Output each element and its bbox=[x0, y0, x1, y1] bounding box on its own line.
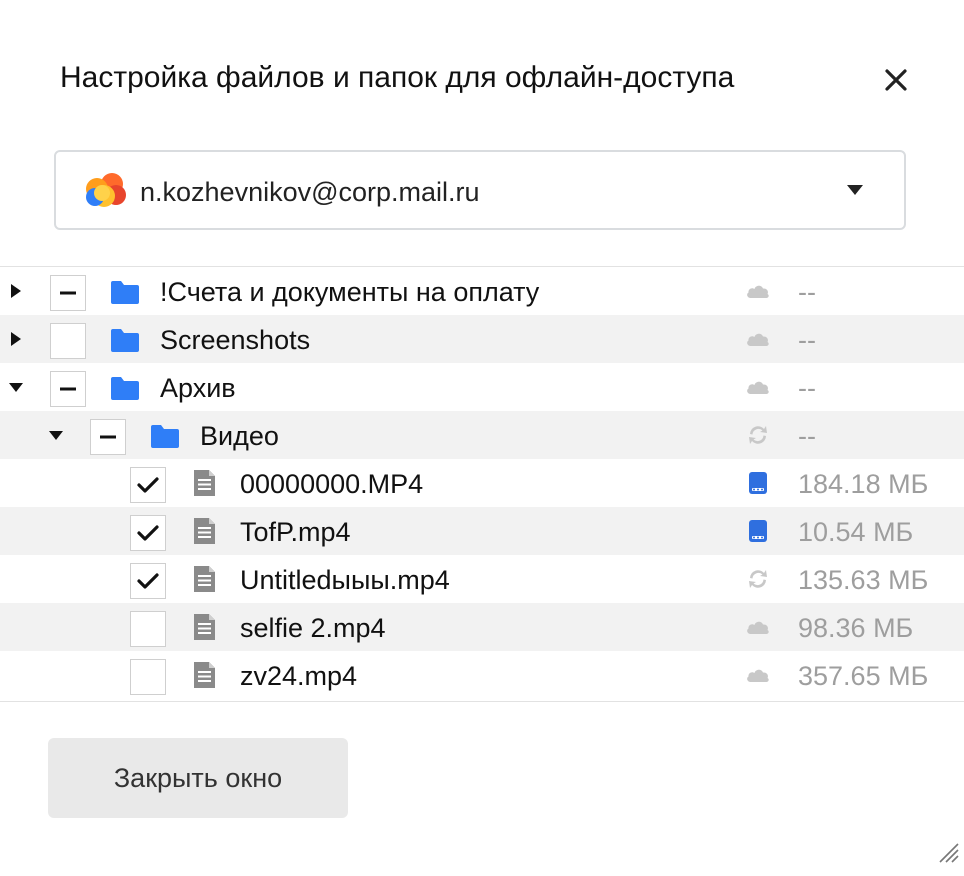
triangle-down-icon[interactable] bbox=[48, 427, 64, 443]
tree-row-file[interactable]: 00000000.MP4 184.18 МБ bbox=[0, 459, 964, 507]
cloud-icon bbox=[747, 381, 769, 394]
folder-name: Видео bbox=[200, 421, 279, 451]
document-icon bbox=[194, 470, 215, 496]
status-device bbox=[744, 469, 772, 497]
status-cloud bbox=[744, 373, 772, 401]
tree-row-folder[interactable]: !Счета и документы на оплату -- bbox=[0, 267, 964, 315]
item-size: -- bbox=[798, 421, 816, 451]
file-name: zv24.mp4 bbox=[240, 661, 358, 691]
file-icon-wrap bbox=[190, 469, 220, 496]
tree-row-folder[interactable]: Архив -- bbox=[0, 363, 964, 411]
triangle-down-icon[interactable] bbox=[8, 379, 24, 395]
partial-check-icon bbox=[60, 387, 76, 391]
close-window-button[interactable]: Закрыть окно bbox=[48, 738, 348, 818]
checkbox-unchecked[interactable] bbox=[130, 611, 166, 647]
file-icon-wrap bbox=[190, 613, 220, 640]
tree-row-file[interactable]: Untitledыыы.mp4 135.63 МБ bbox=[0, 555, 964, 603]
tree-row-file[interactable]: selfie 2.mp4 98.36 МБ bbox=[0, 603, 964, 651]
item-size: 357.65 МБ bbox=[798, 661, 929, 691]
file-tree: !Счета и документы на оплату -- Screenshot… bbox=[0, 266, 964, 702]
checkbox-checked[interactable] bbox=[130, 467, 166, 503]
folder-icon-wrap bbox=[110, 327, 140, 353]
file-icon-wrap bbox=[190, 517, 220, 544]
resize-grip-icon[interactable] bbox=[936, 840, 960, 864]
folder-name: !Счета и документы на оплату bbox=[160, 277, 540, 307]
close-button[interactable] bbox=[882, 66, 910, 94]
check-icon bbox=[137, 525, 159, 541]
expand-toggle-expanded[interactable] bbox=[48, 427, 64, 443]
tree-row-folder[interactable]: Видео -- bbox=[0, 411, 964, 459]
device-storage-icon bbox=[749, 520, 767, 542]
triangle-right-icon[interactable] bbox=[8, 331, 24, 347]
folder-name: Архив bbox=[160, 373, 236, 403]
folder-name: Screenshots bbox=[160, 325, 311, 355]
folder-icon bbox=[111, 329, 139, 352]
item-size: 184.18 МБ bbox=[798, 469, 929, 499]
checkbox-unchecked[interactable] bbox=[130, 659, 166, 695]
folder-icon bbox=[111, 377, 139, 400]
checkbox-checked[interactable] bbox=[130, 515, 166, 551]
cloud-icon bbox=[747, 285, 769, 298]
dialog-title: Настройка файлов и папок для офлайн-дост… bbox=[60, 61, 735, 94]
account-selector[interactable]: n.kozhevnikov@corp.mail.ru bbox=[54, 150, 906, 230]
device-storage-icon bbox=[749, 472, 767, 494]
status-cloud bbox=[744, 325, 772, 353]
status-cloud bbox=[744, 661, 772, 689]
tree-row-file[interactable]: zv24.mp4 357.65 МБ bbox=[0, 651, 964, 699]
account-email: n.kozhevnikov@corp.mail.ru bbox=[140, 177, 480, 207]
sync-icon bbox=[749, 570, 767, 588]
document-icon bbox=[194, 662, 215, 688]
folder-icon-wrap bbox=[150, 423, 180, 449]
item-size: 135.63 МБ bbox=[798, 565, 929, 595]
expand-toggle-collapsed[interactable] bbox=[8, 331, 24, 347]
cloud-icon bbox=[747, 621, 769, 634]
item-size: 10.54 МБ bbox=[798, 517, 914, 547]
cloud-icon bbox=[747, 333, 769, 346]
expand-toggle-expanded[interactable] bbox=[8, 379, 24, 395]
file-name: TofP.mp4 bbox=[240, 517, 351, 547]
checkbox-partial[interactable] bbox=[50, 371, 86, 407]
file-name: Untitledыыы.mp4 bbox=[240, 565, 450, 595]
status-cloud bbox=[744, 277, 772, 305]
mail-cloud-logo bbox=[86, 173, 126, 207]
folder-icon bbox=[111, 281, 139, 304]
file-name: 00000000.MP4 bbox=[240, 469, 424, 499]
checkbox-partial[interactable] bbox=[50, 275, 86, 311]
close-icon[interactable] bbox=[882, 66, 910, 94]
tree-row-folder[interactable]: Screenshots -- bbox=[0, 315, 964, 363]
item-size: 98.36 МБ bbox=[798, 613, 914, 643]
folder-icon-wrap bbox=[110, 375, 140, 401]
folder-icon bbox=[151, 425, 179, 448]
item-size: -- bbox=[798, 373, 816, 403]
status-cloud bbox=[744, 613, 772, 641]
tree-row-file[interactable]: TofP.mp4 10.54 МБ bbox=[0, 507, 964, 555]
folder-icon-wrap bbox=[110, 279, 140, 305]
checkbox-partial[interactable] bbox=[90, 419, 126, 455]
cloud-icon bbox=[747, 669, 769, 682]
sync-icon bbox=[749, 426, 767, 444]
status-sync bbox=[744, 421, 772, 449]
partial-check-icon bbox=[100, 435, 116, 439]
document-icon bbox=[194, 614, 215, 640]
checkbox-unchecked[interactable] bbox=[50, 323, 86, 359]
document-icon bbox=[194, 566, 215, 592]
triangle-right-icon[interactable] bbox=[8, 283, 24, 299]
item-size: -- bbox=[798, 325, 816, 355]
check-icon bbox=[137, 477, 159, 493]
caret-down-icon[interactable] bbox=[846, 184, 864, 196]
status-device bbox=[744, 517, 772, 545]
checkbox-checked[interactable] bbox=[130, 563, 166, 599]
status-sync bbox=[744, 565, 772, 593]
partial-check-icon bbox=[60, 291, 76, 295]
document-icon bbox=[194, 518, 215, 544]
file-icon-wrap bbox=[190, 565, 220, 592]
expand-toggle-collapsed[interactable] bbox=[8, 283, 24, 299]
check-icon bbox=[137, 573, 159, 589]
item-size: -- bbox=[798, 277, 816, 307]
file-icon-wrap bbox=[190, 661, 220, 688]
file-name: selfie 2.mp4 bbox=[240, 613, 386, 643]
